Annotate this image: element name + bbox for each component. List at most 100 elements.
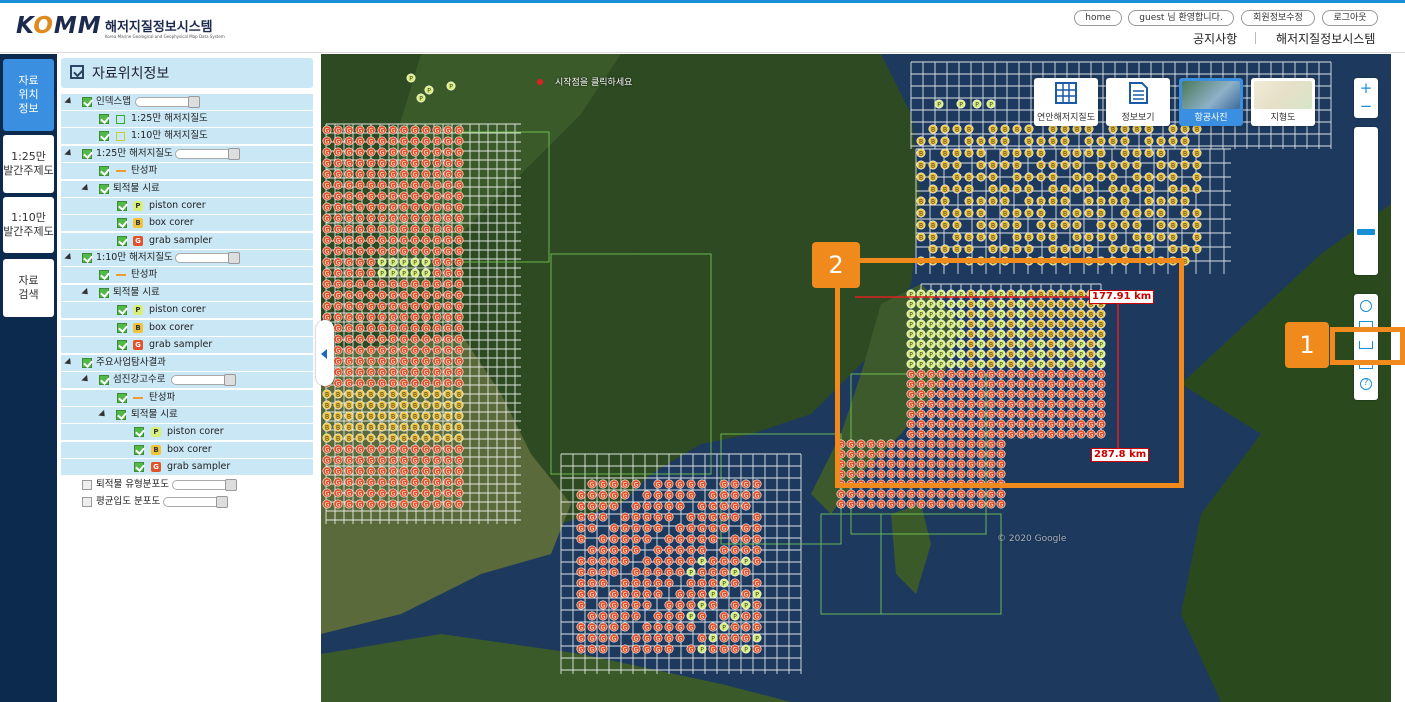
sample-marker[interactable]: G [366,158,376,168]
sample-marker[interactable]: G [432,301,442,311]
sample-marker[interactable]: B [1108,220,1118,230]
sample-marker[interactable]: B [1072,172,1082,182]
sample-marker[interactable]: G [741,545,751,555]
sample-marker[interactable]: G [410,323,420,333]
sample-marker[interactable]: G [432,169,442,179]
sample-marker[interactable]: G [675,534,685,544]
sample-marker[interactable]: G [708,490,718,500]
sample-marker[interactable]: G [322,169,332,179]
sample-marker[interactable]: G [443,477,453,487]
expand-icon[interactable] [64,96,74,107]
sample-marker[interactable]: P [697,600,707,610]
sample-marker[interactable]: G [410,301,420,311]
sample-marker[interactable]: G [421,202,431,212]
sample-marker[interactable]: G [421,246,431,256]
sample-marker[interactable]: G [587,501,597,511]
sample-marker[interactable]: G [454,191,464,201]
sample-marker[interactable]: G [454,224,464,234]
sample-marker[interactable]: B [1012,244,1022,254]
sample-marker[interactable]: G [399,444,409,454]
sample-marker[interactable]: B [988,136,998,146]
sample-marker[interactable]: G [355,213,365,223]
sample-marker[interactable]: G [333,356,343,366]
sample-marker[interactable]: G [653,523,663,533]
sample-marker[interactable]: G [443,147,453,157]
sample-marker[interactable]: B [916,148,926,158]
sample-marker[interactable]: G [377,191,387,201]
sample-marker[interactable]: B [344,400,354,410]
sample-marker[interactable]: B [1060,244,1070,254]
sample-marker[interactable]: G [344,455,354,465]
sample-marker[interactable]: G [631,523,641,533]
sample-marker[interactable]: B [928,232,938,242]
sample-marker[interactable]: G [587,545,597,555]
sample-marker[interactable]: G [675,567,685,577]
sample-marker[interactable]: G [432,191,442,201]
checkbox[interactable] [117,218,127,228]
checkbox[interactable] [117,323,127,333]
sample-marker[interactable]: B [1120,196,1130,206]
sample-marker[interactable]: G [333,224,343,234]
sample-marker[interactable]: B [988,244,998,254]
sample-marker[interactable]: P [752,589,762,599]
sample-marker[interactable]: B [1132,220,1142,230]
sample-marker[interactable]: B [988,124,998,134]
sample-marker[interactable]: G [443,455,453,465]
sample-marker[interactable]: B [322,389,332,399]
system-link[interactable]: 해저지질정보시스템 [1276,30,1375,47]
sample-marker[interactable]: B [1000,136,1010,146]
sample-marker[interactable]: B [1024,244,1034,254]
sample-marker[interactable]: P [686,611,696,621]
checkbox[interactable] [99,270,109,280]
sample-marker[interactable]: G [355,323,365,333]
sample-marker[interactable]: B [1168,136,1178,146]
sample-marker[interactable]: G [322,224,332,234]
sample-marker[interactable]: B [355,400,365,410]
sample-marker[interactable]: G [719,545,729,555]
sample-marker[interactable]: G [366,279,376,289]
sample-marker[interactable]: P [708,633,718,643]
sample-marker[interactable]: P [410,268,420,278]
sample-marker[interactable]: B [952,220,962,230]
zoom-out-button[interactable]: − [1354,98,1378,114]
sample-marker[interactable]: B [1168,232,1178,242]
sample-marker[interactable]: G [620,578,630,588]
sample-marker[interactable]: G [443,312,453,322]
sample-marker[interactable]: B [1036,160,1046,170]
sample-marker[interactable]: G [443,301,453,311]
sample-marker[interactable]: G [366,235,376,245]
sample-marker[interactable]: G [399,312,409,322]
sample-marker[interactable]: G [366,224,376,234]
sample-marker[interactable]: G [454,356,464,366]
sample-marker[interactable]: B [916,196,926,206]
sample-marker[interactable]: G [388,224,398,234]
sample-marker[interactable]: B [1180,148,1190,158]
sample-marker[interactable]: G [598,545,608,555]
sample-marker[interactable]: G [410,191,420,201]
sample-marker[interactable]: B [964,232,974,242]
sample-marker[interactable]: G [741,479,751,489]
sample-marker[interactable]: G [399,488,409,498]
sample-marker[interactable]: G [421,169,431,179]
sample-marker[interactable]: G [675,622,685,632]
sample-marker[interactable]: G [752,644,762,654]
sample-marker[interactable]: G [432,312,442,322]
sample-marker[interactable]: B [1000,208,1010,218]
sample-marker[interactable]: G [598,633,608,643]
sample-marker[interactable]: G [664,567,674,577]
sample-marker[interactable]: G [443,246,453,256]
sample-marker[interactable]: G [377,356,387,366]
sample-marker[interactable]: G [443,345,453,355]
sample-marker[interactable]: G [642,556,652,566]
sample-marker[interactable]: G [410,367,420,377]
sample-marker[interactable]: G [730,633,740,643]
sample-marker[interactable]: B [388,389,398,399]
sample-marker[interactable]: B [976,196,986,206]
sample-marker[interactable]: B [1144,196,1154,206]
sample-marker[interactable]: G [631,578,641,588]
sample-marker[interactable]: G [399,499,409,509]
sample-marker[interactable]: B [1048,124,1058,134]
sample-marker[interactable]: P [399,268,409,278]
sample-marker[interactable]: B [443,433,453,443]
sample-marker[interactable]: G [443,136,453,146]
